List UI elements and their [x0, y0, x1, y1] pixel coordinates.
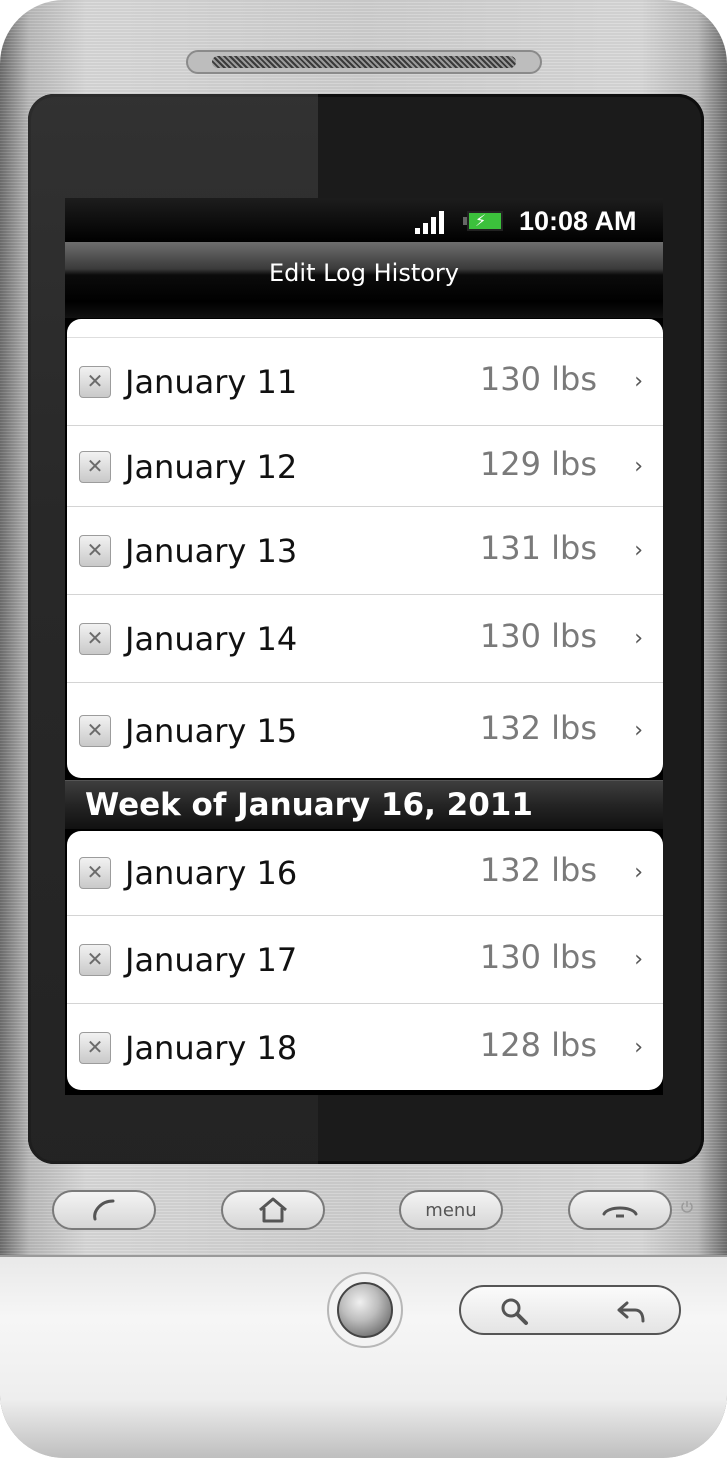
entry-date: January 18	[125, 1029, 298, 1067]
home-button[interactable]	[221, 1190, 325, 1230]
speaker-grille	[212, 56, 516, 68]
section-header: Week of January 16, 2011	[65, 780, 663, 829]
status-time: 10:08 AM	[519, 206, 637, 236]
chevron-right-icon: ›	[634, 718, 643, 743]
phone-handset-icon	[93, 1199, 115, 1221]
delete-entry-icon[interactable]: ✕	[79, 451, 111, 483]
entry-weight: 130 lbs	[479, 938, 597, 976]
home-icon	[259, 1197, 287, 1223]
log-entry-row[interactable]: ✕ January 16 132 lbs ›	[67, 831, 663, 915]
chevron-right-icon: ›	[634, 860, 643, 885]
back-icon[interactable]	[615, 1297, 647, 1325]
search-back-rocker	[459, 1285, 681, 1335]
log-entry-row[interactable]: ✕ January 11 130 lbs ›	[67, 337, 663, 425]
trackball-ball	[337, 1282, 393, 1338]
menu-button-label: menu	[425, 1200, 477, 1221]
chevron-right-icon: ›	[634, 1035, 643, 1060]
log-entry-row[interactable]: ✕ January 17 130 lbs ›	[67, 915, 663, 1003]
screen: ⚡ 10:08 AM Edit Log History ✕ January 11 1…	[65, 198, 663, 1095]
end-call-icon	[602, 1206, 638, 1218]
end-call-button[interactable]	[568, 1190, 672, 1230]
entry-date: January 13	[125, 532, 298, 570]
chevron-right-icon: ›	[634, 369, 643, 394]
entry-weight: 131 lbs	[479, 529, 597, 567]
entry-date: January 17	[125, 941, 298, 979]
entry-date: January 16	[125, 854, 298, 892]
battery-charging-icon: ⚡	[463, 211, 505, 231]
entry-weight: 129 lbs	[479, 445, 597, 483]
delete-entry-icon[interactable]: ✕	[79, 623, 111, 655]
entry-weight: 132 lbs	[479, 851, 597, 889]
section-header-label: Week of January 16, 2011	[85, 787, 533, 823]
phone-frame: ⚡ 10:08 AM Edit Log History ✕ January 11 1…	[0, 0, 727, 1458]
delete-entry-icon[interactable]: ✕	[79, 1032, 111, 1064]
delete-entry-icon[interactable]: ✕	[79, 944, 111, 976]
log-entry-row[interactable]: ✕ January 18 128 lbs ›	[67, 1003, 663, 1090]
page-title: Edit Log History	[269, 259, 459, 287]
chevron-right-icon: ›	[634, 626, 643, 651]
call-button[interactable]	[52, 1190, 156, 1230]
status-bar: ⚡ 10:08 AM	[65, 198, 663, 242]
log-entry-row[interactable]: ✕ January 12 129 lbs ›	[67, 425, 663, 506]
chevron-right-icon: ›	[634, 454, 643, 479]
entry-date: January 11	[125, 363, 298, 401]
earpiece-speaker	[186, 50, 542, 74]
log-list-group: ✕ January 11 130 lbs › ✕ January 12 129 lbs › ✕ J…	[67, 319, 663, 778]
trackball[interactable]	[327, 1272, 403, 1348]
signal-icon	[415, 210, 445, 234]
title-bar-shadow	[65, 302, 663, 318]
entry-weight: 130 lbs	[479, 617, 597, 655]
entry-weight: 132 lbs	[479, 709, 597, 747]
title-bar: Edit Log History	[65, 242, 663, 302]
entry-date: January 12	[125, 448, 298, 486]
delete-entry-icon[interactable]: ✕	[79, 366, 111, 398]
menu-button[interactable]: menu	[399, 1190, 503, 1230]
log-entry-row[interactable]: ✕ January 13 131 lbs ›	[67, 506, 663, 594]
search-icon[interactable]	[499, 1296, 529, 1326]
power-icon	[681, 1201, 693, 1213]
entry-weight: 128 lbs	[479, 1026, 597, 1064]
entry-weight: 130 lbs	[479, 360, 597, 398]
delete-entry-icon[interactable]: ✕	[79, 715, 111, 747]
log-list-group: ✕ January 16 132 lbs › ✕ January 17 130 lbs › ✕ J…	[67, 831, 663, 1090]
delete-entry-icon[interactable]: ✕	[79, 857, 111, 889]
log-entry-row[interactable]: ✕ January 14 130 lbs ›	[67, 594, 663, 682]
entry-date: January 15	[125, 712, 298, 750]
chevron-right-icon: ›	[634, 538, 643, 563]
log-entry-row[interactable]: ✕ January 15 132 lbs ›	[67, 682, 663, 778]
chevron-right-icon: ›	[634, 947, 643, 972]
entry-date: January 14	[125, 620, 298, 658]
delete-entry-icon[interactable]: ✕	[79, 535, 111, 567]
